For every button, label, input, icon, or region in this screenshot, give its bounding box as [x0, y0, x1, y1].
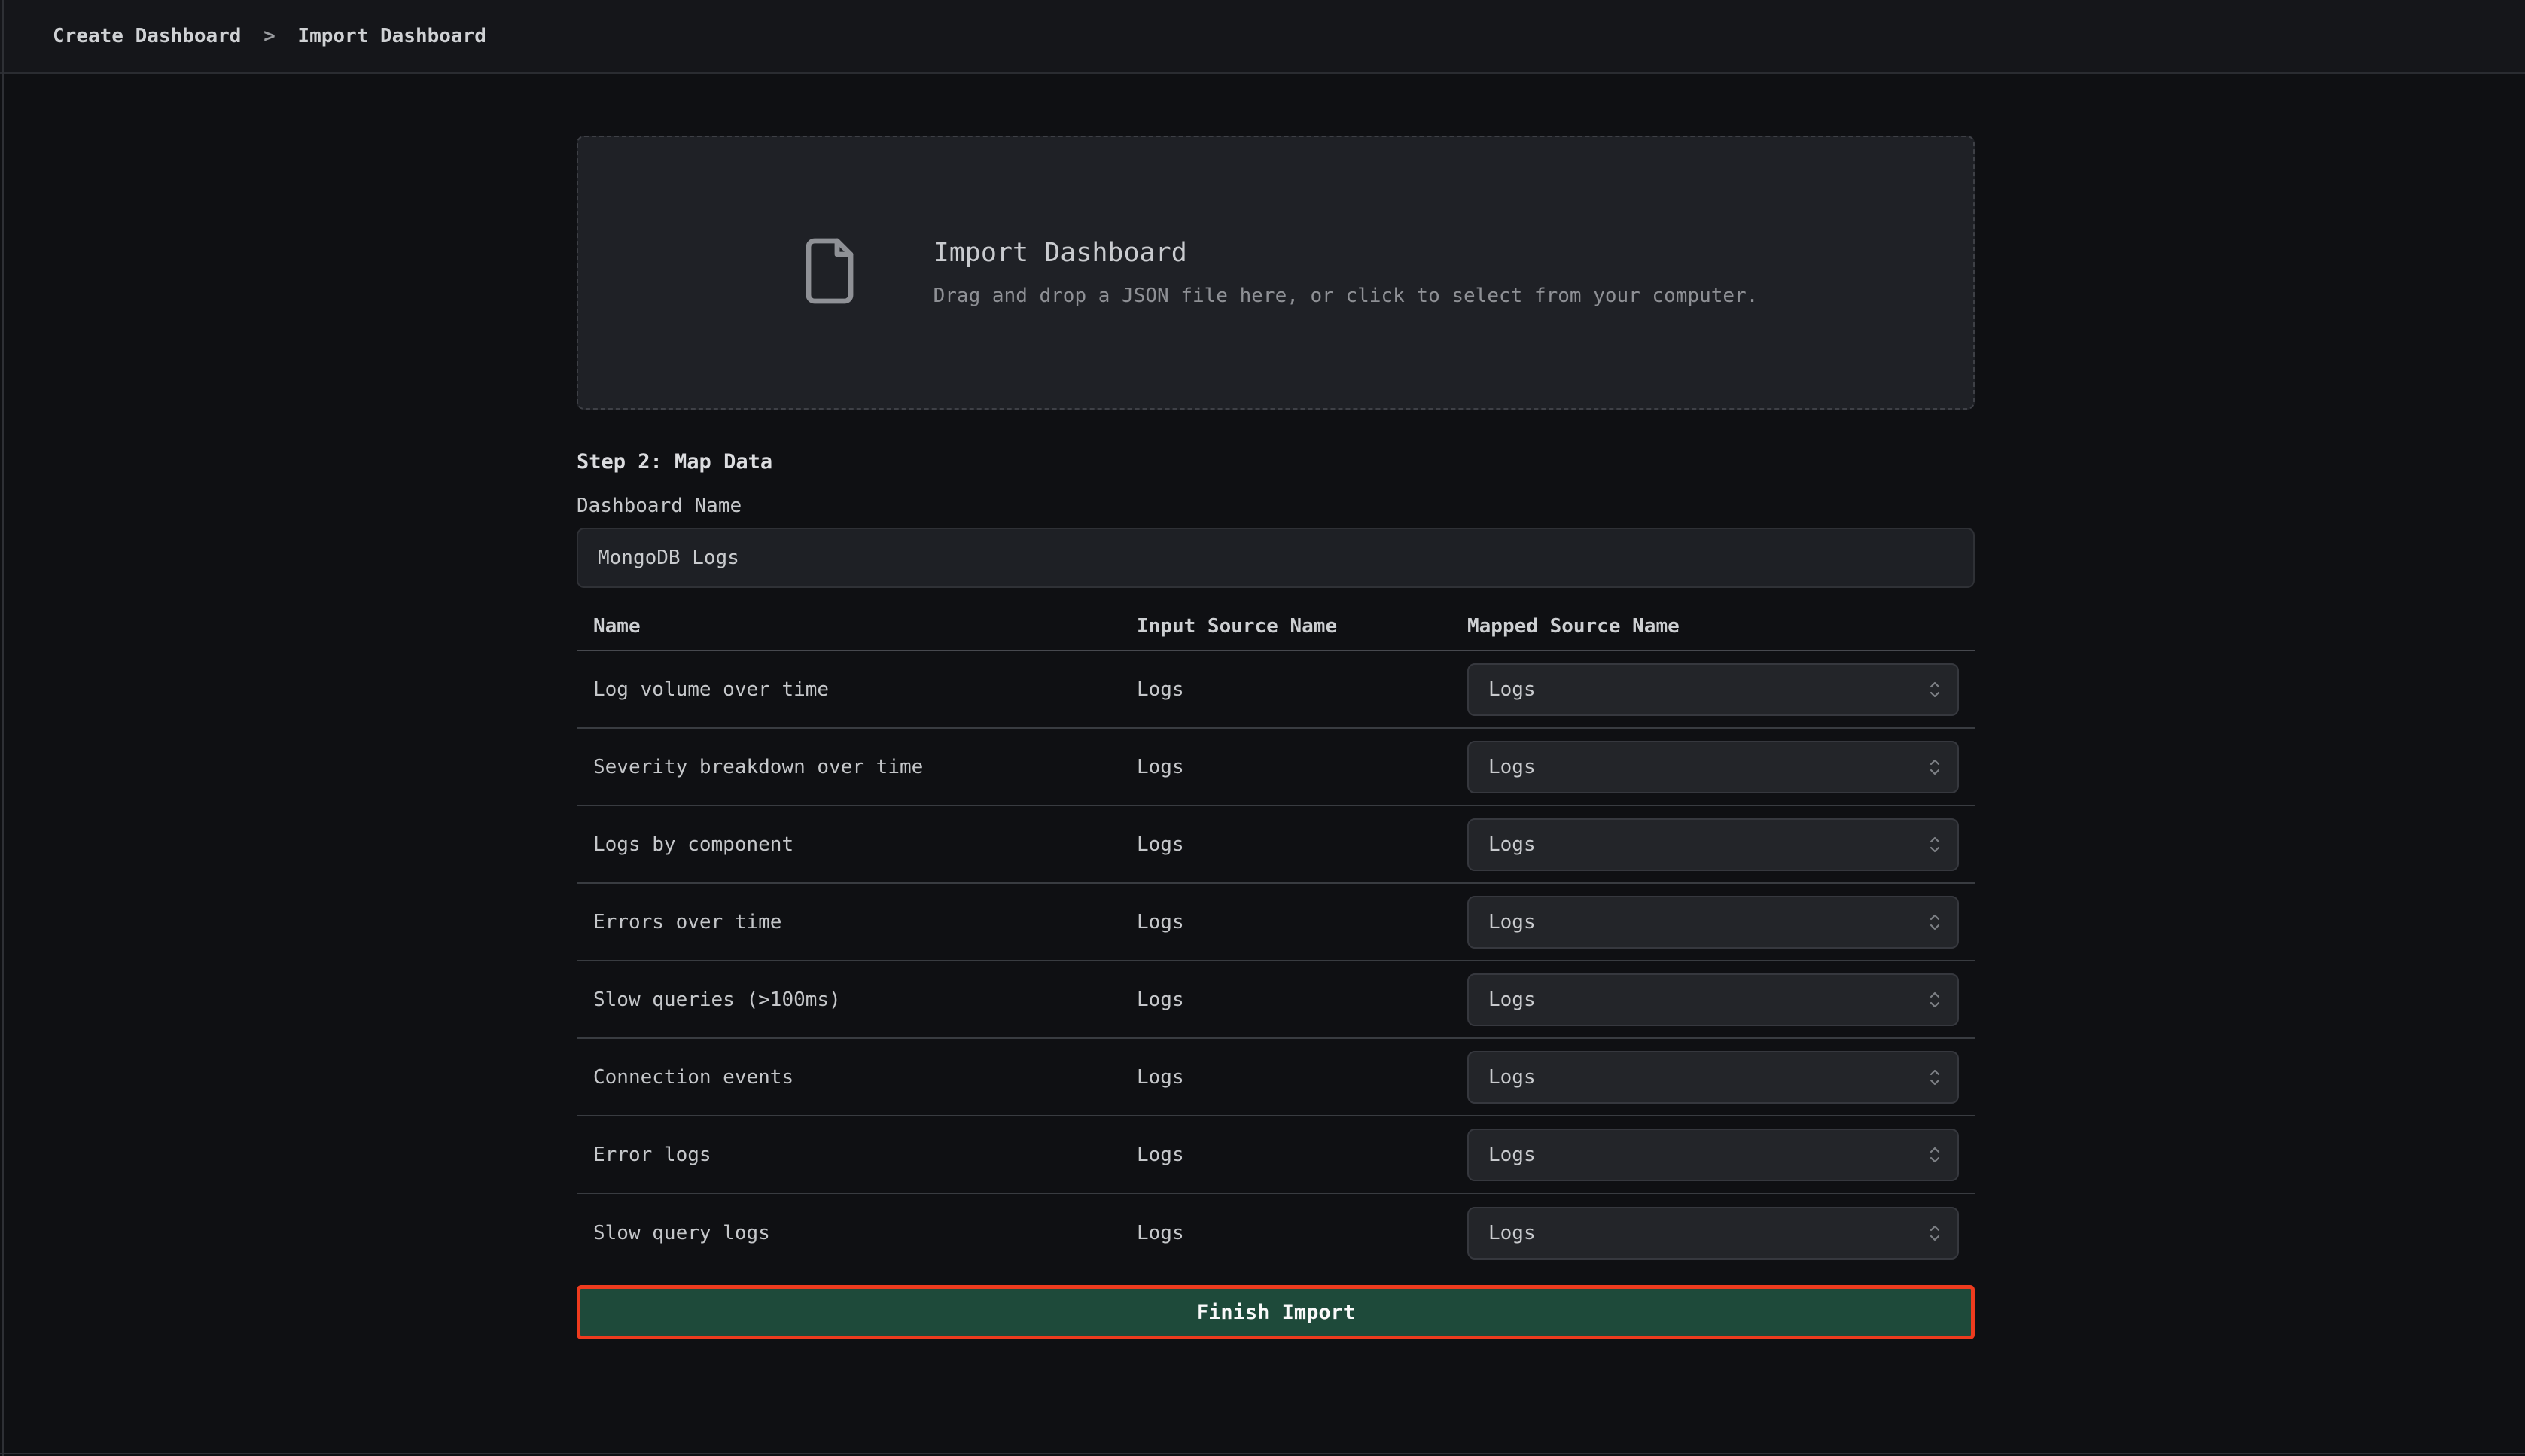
chevrons-up-down-icon [1929, 835, 1941, 854]
header-input-source-name: Input Source Name [1137, 615, 1467, 638]
table-row: Slow queries (>100ms) Logs Logs [577, 961, 1975, 1039]
cell-name: Error logs [577, 1144, 1137, 1166]
cell-input-source: Logs [1137, 988, 1467, 1011]
mapped-source-select[interactable]: Logs [1467, 1051, 1959, 1104]
dashboard-name-label: Dashboard Name [577, 495, 1975, 517]
dropzone-text: Import Dashboard Drag and drop a JSON fi… [934, 238, 1759, 307]
select-value: Logs [1488, 1066, 1536, 1089]
table-row: Error logs Logs Logs [577, 1116, 1975, 1194]
import-dropzone[interactable]: Import Dashboard Drag and drop a JSON fi… [577, 136, 1975, 410]
chevrons-up-down-icon [1929, 912, 1941, 932]
mapped-source-select[interactable]: Logs [1467, 663, 1959, 716]
mapped-source-select[interactable]: Logs [1467, 818, 1959, 871]
table-row: Errors over time Logs Logs [577, 884, 1975, 961]
table-row: Slow query logs Logs Logs [577, 1194, 1975, 1272]
cell-name: Slow query logs [577, 1222, 1137, 1244]
breadcrumb-separator: > [253, 25, 286, 47]
select-value: Logs [1488, 678, 1536, 701]
chevrons-up-down-icon [1929, 757, 1941, 777]
mapped-source-select[interactable]: Logs [1467, 1207, 1959, 1260]
dropzone-title: Import Dashboard [934, 238, 1759, 268]
chevrons-up-down-icon [1929, 1068, 1941, 1087]
window-left-edge [2, 0, 4, 1456]
cell-input-source: Logs [1137, 833, 1467, 856]
cell-input-source: Logs [1137, 1066, 1467, 1089]
breadcrumb-create-dashboard[interactable]: Create Dashboard [53, 25, 241, 47]
select-value: Logs [1488, 833, 1536, 856]
breadcrumb-import-dashboard: Import Dashboard [297, 25, 486, 47]
table-row: Severity breakdown over time Logs Logs [577, 729, 1975, 806]
header-name: Name [577, 615, 1137, 638]
file-icon [793, 231, 866, 314]
mapped-source-select[interactable]: Logs [1467, 1129, 1959, 1181]
breadcrumb: Create Dashboard > Import Dashboard [53, 25, 486, 47]
dashboard-name-input[interactable] [577, 528, 1975, 588]
select-value: Logs [1488, 988, 1536, 1011]
main-content: Import Dashboard Drag and drop a JSON fi… [577, 136, 1975, 1339]
mapped-source-select[interactable]: Logs [1467, 741, 1959, 793]
chevrons-up-down-icon [1929, 680, 1941, 699]
cell-name: Slow queries (>100ms) [577, 988, 1137, 1011]
cell-input-source: Logs [1137, 1144, 1467, 1166]
cell-input-source: Logs [1137, 911, 1467, 934]
select-value: Logs [1488, 911, 1536, 934]
mapping-table: Name Input Source Name Mapped Source Nam… [577, 615, 1975, 1272]
mapped-source-select[interactable]: Logs [1467, 896, 1959, 949]
chevrons-up-down-icon [1929, 1145, 1941, 1165]
chevrons-up-down-icon [1929, 1223, 1941, 1243]
cell-input-source: Logs [1137, 678, 1467, 701]
select-value: Logs [1488, 1144, 1536, 1166]
cell-name: Connection events [577, 1066, 1137, 1089]
table-row: Connection events Logs Logs [577, 1039, 1975, 1116]
select-value: Logs [1488, 1222, 1536, 1244]
dropzone-subtitle: Drag and drop a JSON file here, or click… [934, 285, 1759, 307]
cell-name: Log volume over time [577, 678, 1137, 701]
topbar: Create Dashboard > Import Dashboard [0, 0, 2525, 74]
table-row: Logs by component Logs Logs [577, 806, 1975, 884]
cell-name: Errors over time [577, 911, 1137, 934]
cell-input-source: Logs [1137, 756, 1467, 778]
table-row: Log volume over time Logs Logs [577, 651, 1975, 729]
step-heading: Step 2: Map Data [577, 450, 1975, 474]
mapped-source-select[interactable]: Logs [1467, 973, 1959, 1026]
window-bottom-edge [0, 1453, 2525, 1454]
header-mapped-source-name: Mapped Source Name [1467, 615, 1975, 638]
cell-name: Severity breakdown over time [577, 756, 1137, 778]
select-value: Logs [1488, 756, 1536, 778]
cell-input-source: Logs [1137, 1222, 1467, 1244]
finish-import-button[interactable]: Finish Import [577, 1285, 1975, 1339]
chevrons-up-down-icon [1929, 990, 1941, 1010]
cell-name: Logs by component [577, 833, 1137, 856]
table-header-row: Name Input Source Name Mapped Source Nam… [577, 615, 1975, 651]
